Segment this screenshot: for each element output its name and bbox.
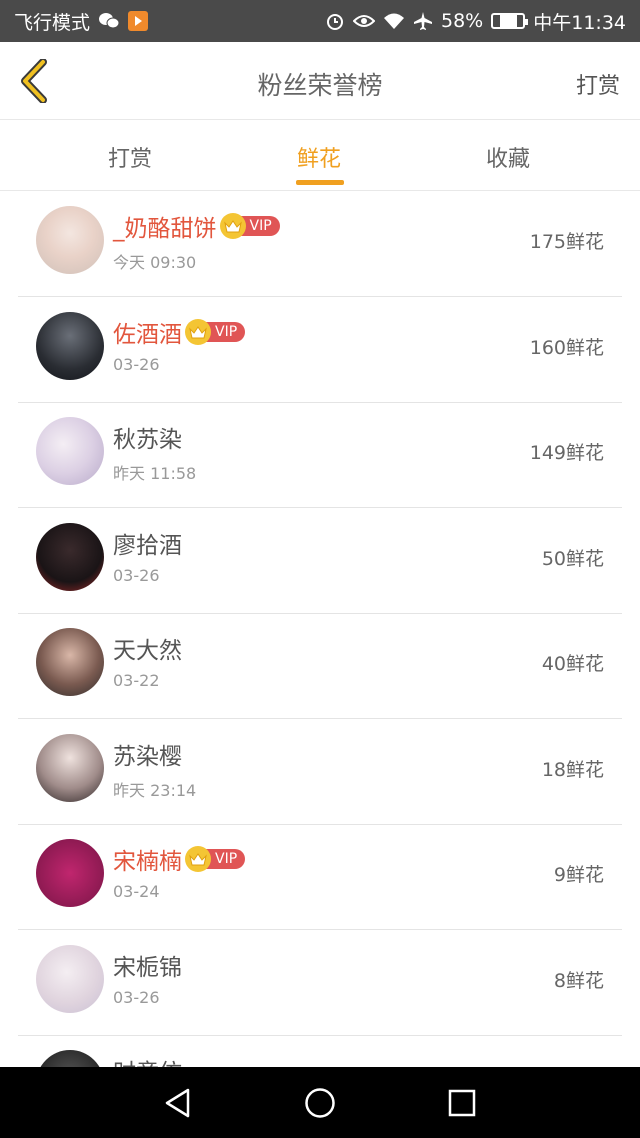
app-badge-icon bbox=[128, 11, 149, 31]
nav-home-button[interactable] bbox=[304, 1087, 336, 1119]
user-name: 佐酒酒 VIP bbox=[113, 315, 246, 349]
user-name-text: 宋楠楠 bbox=[113, 849, 182, 875]
flower-count: 175鲜花 bbox=[529, 231, 604, 253]
user-name-text: 秋苏染 bbox=[113, 427, 182, 453]
flower-count: 40鲜花 bbox=[541, 653, 604, 675]
airplane-icon bbox=[413, 11, 433, 31]
user-name-text: 天大然 bbox=[113, 638, 182, 664]
fan-ranking-list: _奶酪甜饼 VIP 今天 09:30 175鲜花 佐酒酒 VIP 03-26 160鲜花 秋苏染… bbox=[0, 191, 640, 1067]
reward-button[interactable]: 打赏 bbox=[576, 68, 620, 100]
vip-badge: VIP bbox=[185, 846, 246, 872]
system-nav-bar bbox=[0, 1067, 640, 1138]
tab-reward[interactable]: 打赏 bbox=[108, 141, 152, 173]
tab-flowers[interactable]: 鲜花 bbox=[297, 141, 341, 173]
crown-icon bbox=[185, 846, 211, 872]
recents-icon bbox=[448, 1089, 476, 1117]
clock: 中午11:34 bbox=[533, 11, 626, 34]
user-name: 秋苏染 bbox=[113, 420, 182, 454]
avatar[interactable] bbox=[36, 839, 104, 907]
list-item[interactable]: 秋苏染昨天 11:58 149鲜花 bbox=[18, 402, 622, 508]
eye-icon bbox=[353, 13, 375, 29]
timestamp: 03-26 bbox=[113, 354, 160, 374]
user-name: 时章仿 bbox=[113, 1053, 182, 1067]
timestamp: 03-26 bbox=[113, 987, 160, 1007]
vip-badge: VIP bbox=[185, 318, 246, 345]
flower-count: 9鲜花 bbox=[553, 864, 604, 886]
flower-count: 160鲜花 bbox=[529, 336, 604, 359]
header: 粉丝荣誉榜 打赏 bbox=[0, 42, 640, 120]
flower-count: 50鲜花 bbox=[541, 547, 604, 570]
user-name-text: 宋栀锦 bbox=[113, 954, 182, 981]
timestamp: 昨天 11:58 bbox=[113, 464, 197, 483]
timestamp: 今天 09:30 bbox=[113, 253, 197, 272]
page-title: 粉丝荣誉榜 bbox=[257, 71, 383, 100]
battery-icon bbox=[491, 13, 529, 29]
user-name: 苏染樱 bbox=[113, 737, 182, 771]
list-item[interactable]: 佐酒酒 VIP 03-26 160鲜花 bbox=[18, 297, 622, 403]
active-tab-indicator bbox=[296, 180, 344, 185]
user-name: _奶酪甜饼 VIP bbox=[113, 209, 280, 243]
battery-percent: 58% bbox=[441, 10, 484, 32]
crown-icon bbox=[185, 318, 211, 345]
list-item[interactable]: 时章仿 bbox=[18, 1035, 622, 1067]
user-name-text: 廖拾酒 bbox=[113, 532, 182, 559]
list-item[interactable]: 宋楠楠 VIP 03-24 9鲜花 bbox=[18, 824, 622, 930]
avatar[interactable] bbox=[36, 1050, 104, 1067]
list-item[interactable]: 天大然 03-22 40鲜花 bbox=[18, 613, 622, 719]
user-name-text: 时章仿 bbox=[113, 1053, 182, 1067]
avatar[interactable] bbox=[36, 944, 104, 1013]
list-item[interactable]: 廖拾酒 03-26 50鲜花 bbox=[18, 508, 622, 614]
user-name-text: 佐酒酒 bbox=[113, 321, 182, 348]
nav-recents-button[interactable] bbox=[446, 1087, 478, 1119]
user-name: 宋楠楠 VIP bbox=[113, 842, 246, 876]
timestamp: 03-26 bbox=[113, 565, 160, 585]
list-item[interactable]: 苏染樱昨天 23:14 18鲜花 bbox=[18, 719, 622, 825]
timestamp: 03-22 bbox=[113, 671, 160, 690]
flower-count: 18鲜花 bbox=[541, 758, 604, 781]
avatar[interactable] bbox=[36, 522, 104, 591]
status-bar: 飞行模式 58% 中午11:34 bbox=[0, 0, 640, 42]
crown-icon bbox=[219, 213, 246, 239]
tab-bar: 打赏 鲜花 收藏 bbox=[0, 121, 640, 191]
vip-badge: VIP bbox=[219, 213, 280, 239]
flower-count: 149鲜花 bbox=[529, 442, 604, 464]
user-name: 廖拾酒 bbox=[113, 526, 182, 560]
wifi-icon bbox=[383, 12, 405, 30]
user-name: 天大然 bbox=[113, 631, 182, 665]
timestamp: 03-24 bbox=[113, 882, 160, 901]
nav-back-button[interactable] bbox=[162, 1087, 194, 1119]
timestamp: 昨天 23:14 bbox=[113, 780, 197, 800]
alarm-icon bbox=[325, 11, 345, 31]
home-icon bbox=[305, 1088, 335, 1118]
flower-count: 8鲜花 bbox=[553, 969, 604, 992]
airplane-mode-label: 飞行模式 bbox=[14, 11, 91, 34]
avatar[interactable] bbox=[36, 733, 104, 802]
tab-favorites[interactable]: 收藏 bbox=[486, 141, 530, 173]
wechat-icon bbox=[98, 12, 120, 30]
avatar[interactable] bbox=[36, 628, 104, 696]
user-name-text: 苏染樱 bbox=[113, 743, 182, 770]
list-item[interactable]: _奶酪甜饼 VIP 今天 09:30 175鲜花 bbox=[18, 191, 622, 297]
list-item[interactable]: 宋栀锦 03-26 8鲜花 bbox=[18, 930, 622, 1036]
avatar[interactable] bbox=[36, 311, 104, 380]
avatar[interactable] bbox=[36, 206, 104, 274]
avatar[interactable] bbox=[36, 417, 104, 485]
back-icon bbox=[165, 1088, 190, 1118]
user-name-text: _奶酪甜饼 bbox=[113, 216, 217, 242]
user-name: 宋栀锦 bbox=[113, 948, 182, 982]
